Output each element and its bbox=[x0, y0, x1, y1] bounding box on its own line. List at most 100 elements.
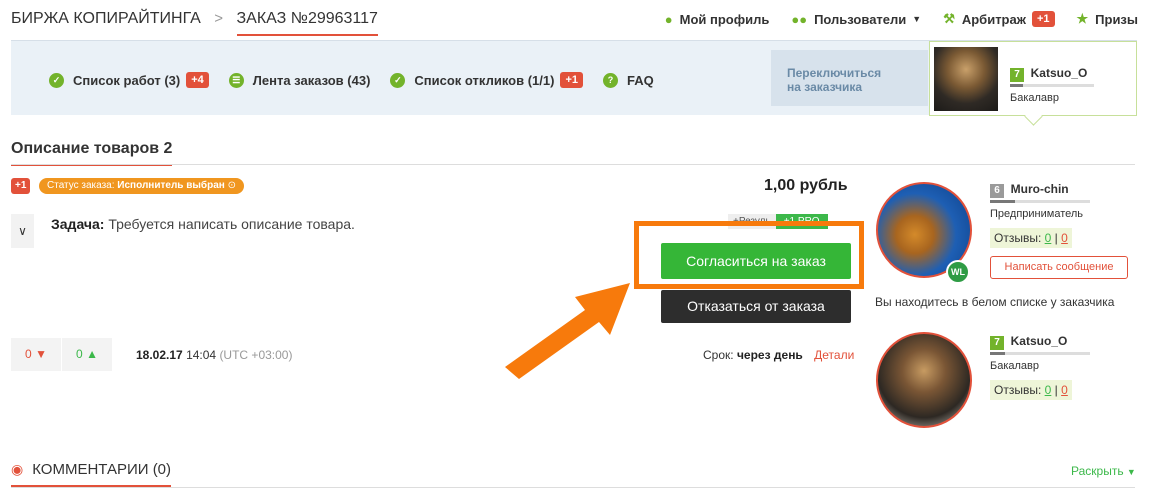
chevron-down-icon: ∨ bbox=[18, 224, 27, 238]
positive-reviews-link[interactable]: 0 bbox=[1045, 231, 1052, 245]
top-nav: ● Мой профиль ●● Пользователи ▼ ⚒ Арбитр… bbox=[643, 11, 1138, 27]
dislike-count: 0 bbox=[25, 347, 32, 361]
current-user-avatar[interactable] bbox=[934, 47, 998, 111]
status-value: Исполнитель выбран bbox=[117, 180, 225, 191]
subnav-faq[interactable]: ? FAQ bbox=[602, 72, 654, 88]
agree-to-order-button[interactable]: Согласиться на заказ bbox=[661, 243, 851, 279]
like-button[interactable]: 0 ▲ bbox=[62, 338, 112, 371]
level-badge: 7 bbox=[990, 336, 1004, 350]
sub-navigation: ✓ Список работ (3) +4 ☰ Лента заказов (4… bbox=[11, 40, 1137, 116]
decline-order-button[interactable]: Отказаться от заказа bbox=[661, 290, 851, 323]
customer-rank: Предприниматель bbox=[990, 208, 1084, 220]
deadline-value: через день bbox=[736, 348, 803, 362]
arbitration-badge: +1 bbox=[1031, 11, 1055, 27]
votes: 0 ▼ 0 ▲ bbox=[11, 338, 113, 371]
expand-comments-link[interactable]: Раскрыть ▼ bbox=[1071, 464, 1136, 478]
thumb-up-icon: ▲ bbox=[86, 347, 98, 361]
send-message-button[interactable]: Написать сообщение bbox=[990, 256, 1128, 279]
deadline: Срок: через день Детали bbox=[703, 348, 854, 362]
nav-prizes[interactable]: ★ Призы bbox=[1077, 11, 1139, 27]
pointer-arrow-icon bbox=[505, 283, 630, 379]
chevron-down-icon: ▼ bbox=[912, 14, 922, 24]
dislike-button[interactable]: 0 ▼ bbox=[11, 338, 61, 371]
section-divider bbox=[11, 164, 1135, 165]
details-link[interactable]: Детали bbox=[814, 348, 854, 362]
switch-line2: на заказчика bbox=[787, 80, 863, 94]
executor-rank: Бакалавр bbox=[990, 360, 1040, 372]
nav-prizes-label: Призы bbox=[1095, 11, 1138, 27]
order-tags: +Резуль +1 PRO bbox=[728, 214, 828, 229]
like-count: 0 bbox=[76, 347, 83, 361]
current-user-rank: Бакалавр bbox=[1010, 92, 1060, 104]
nav-my-profile-label: Мой профиль bbox=[679, 11, 770, 27]
order-price: 1,00 рубль bbox=[764, 177, 848, 194]
negative-reviews-link[interactable]: 0 bbox=[1061, 231, 1068, 245]
feed-icon: ☰ bbox=[228, 72, 244, 88]
whitelist-notice: Вы находитесь в белом списке у заказчика bbox=[875, 295, 1115, 309]
negative-reviews-link[interactable]: 0 bbox=[1061, 383, 1068, 397]
user-icon: ● bbox=[664, 11, 673, 27]
breadcrumb: БИРЖА КОПИРАЙТИНГА > ЗАКАЗ №29963117 bbox=[11, 10, 378, 36]
rank-progress-bar bbox=[1010, 84, 1094, 87]
nav-users[interactable]: ●● Пользователи ▼ bbox=[791, 12, 921, 27]
task-description: Задача: Требуется написать описание това… bbox=[51, 216, 355, 232]
list-icon: ✓ bbox=[49, 72, 64, 88]
subnav-works-label: Список работ (3) bbox=[73, 72, 181, 88]
rank-progress-bar bbox=[990, 200, 1090, 203]
reviews-label: Отзывы: bbox=[994, 383, 1042, 397]
breadcrumb-order-number: ЗАКАЗ №29963117 bbox=[236, 10, 378, 36]
status-badge[interactable]: Статус заказа: Исполнитель выбран ⊙ bbox=[39, 178, 244, 194]
current-user-name[interactable]: Katsuo_O bbox=[1031, 66, 1088, 80]
subnav-orders-feed-label: Лента заказов (43) bbox=[252, 72, 371, 88]
thumb-down-icon: ▼ bbox=[35, 347, 47, 361]
trophy-icon: ★ bbox=[1076, 11, 1089, 26]
subnav-orders-feed[interactable]: ☰ Лента заказов (43) bbox=[228, 72, 371, 88]
executor-name[interactable]: Katsuo_O bbox=[1011, 334, 1068, 348]
task-text: Требуется написать описание товара. bbox=[108, 216, 355, 232]
nav-arbitration[interactable]: ⚒ Арбитраж +1 bbox=[943, 11, 1055, 27]
works-badge: +4 bbox=[186, 72, 209, 88]
customer-name[interactable]: Muro-chin bbox=[1011, 182, 1069, 196]
subnav-responses-label: Список откликов (1/1) bbox=[414, 72, 555, 88]
subnav-works-list[interactable]: ✓ Список работ (3) +4 bbox=[49, 72, 209, 88]
reviews-label: Отзывы: bbox=[994, 231, 1042, 245]
current-user-card[interactable]: 7 Katsuo_O Бакалавр bbox=[929, 41, 1137, 116]
task-label: Задача: bbox=[51, 216, 105, 232]
switch-line1: Переключиться bbox=[787, 66, 882, 80]
comments-icon: ◉ bbox=[11, 461, 24, 477]
whitelist-badge: WL bbox=[946, 260, 970, 284]
nav-users-label: Пользователи bbox=[814, 11, 907, 27]
expand-label: Раскрыть bbox=[1071, 464, 1124, 478]
time-value: 14:04 bbox=[186, 348, 217, 362]
nav-my-profile[interactable]: ● Мой профиль bbox=[665, 12, 770, 27]
top-bar: БИРЖА КОПИРАЙТИНГА > ЗАКАЗ №29963117 ● М… bbox=[0, 0, 1152, 40]
subnav-faq-label: FAQ bbox=[626, 72, 654, 88]
switch-to-customer-button[interactable]: Переключиться на заказчика bbox=[771, 50, 928, 106]
subnav-links: ✓ Список работ (3) +4 ☰ Лента заказов (4… bbox=[49, 72, 674, 88]
reviews-separator: | bbox=[1054, 231, 1058, 245]
question-icon: ? bbox=[602, 72, 618, 88]
deadline-label: Срок: bbox=[703, 348, 734, 362]
order-date: 18.02.17 14:04 (UTC +03:00) bbox=[136, 348, 292, 362]
subnav-responses-list[interactable]: ✓ Список откликов (1/1) +1 bbox=[390, 72, 583, 88]
timezone-value: (UTC +03:00) bbox=[219, 348, 293, 362]
rank-progress-bar bbox=[990, 352, 1090, 355]
order-plus-badge: +1 bbox=[11, 178, 31, 194]
expand-task-button[interactable]: ∨ bbox=[11, 214, 34, 248]
clock-icon: ⊙ bbox=[227, 180, 236, 191]
breadcrumb-separator: > bbox=[214, 10, 224, 27]
tag-pro: +1 PRO bbox=[775, 214, 828, 229]
nav-arbitration-label: Арбитраж bbox=[961, 11, 1026, 27]
status-label: Статус заказа: bbox=[47, 180, 115, 191]
executor-avatar[interactable] bbox=[876, 332, 972, 428]
reviews-separator: | bbox=[1054, 383, 1058, 397]
chevron-down-icon: ▼ bbox=[1126, 467, 1136, 477]
executor-reviews: Отзывы: 0 | 0 bbox=[990, 380, 1072, 400]
tag-result: +Резуль bbox=[728, 214, 776, 229]
customer-reviews: Отзывы: 0 | 0 bbox=[990, 228, 1072, 248]
positive-reviews-link[interactable]: 0 bbox=[1045, 383, 1052, 397]
gavel-icon: ⚒ bbox=[943, 11, 955, 26]
breadcrumb-root-link[interactable]: БИРЖА КОПИРАЙТИНГА bbox=[11, 10, 201, 27]
page-title: Описание товаров 2 bbox=[11, 140, 173, 166]
comments-divider bbox=[11, 487, 1135, 488]
